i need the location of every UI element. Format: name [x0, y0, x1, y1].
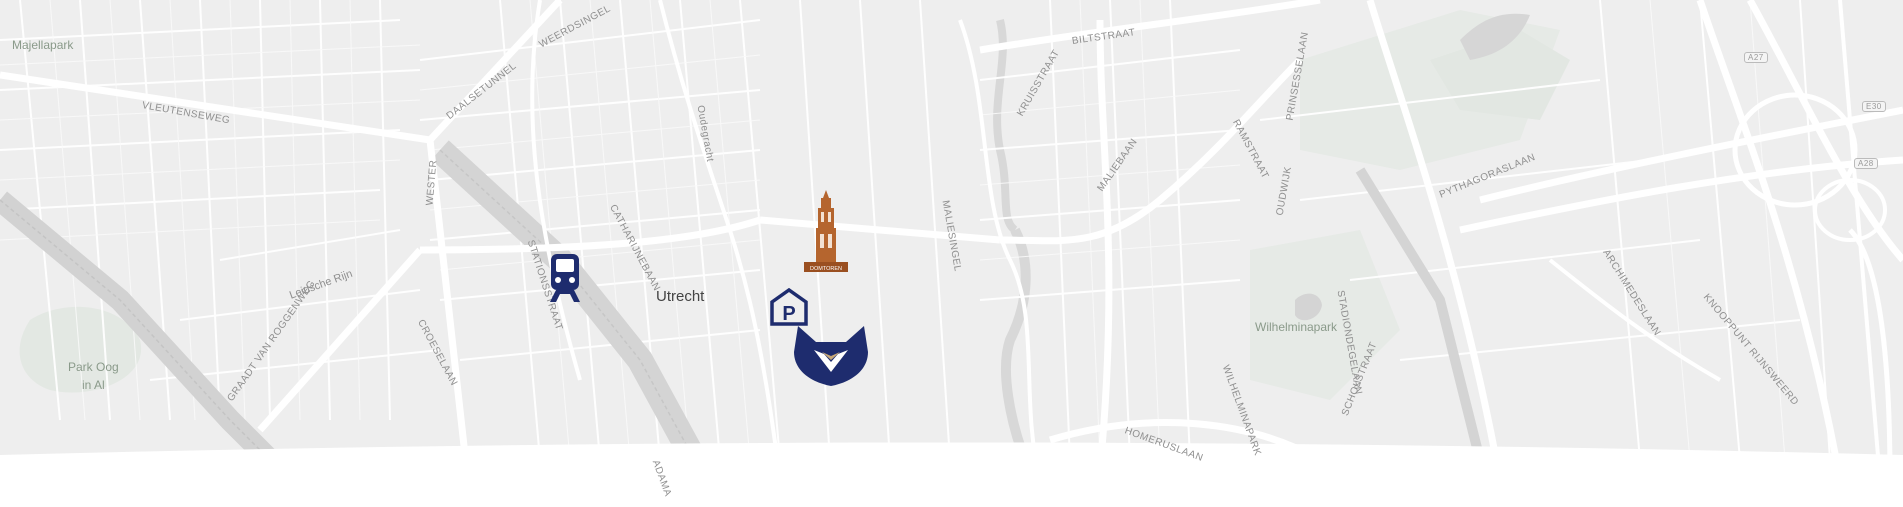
road-shield: A27: [1744, 52, 1768, 63]
road-shield: E30: [1862, 101, 1886, 112]
city-label: Utrecht: [656, 288, 705, 305]
road-shield: A28: [1854, 158, 1878, 169]
domtoren-icon[interactable]: DOMTOREN: [802, 188, 850, 274]
domtoren-caption: DOMTOREN: [810, 266, 842, 272]
park-label: Park Oog: [68, 360, 119, 374]
fox-logo-icon[interactable]: [792, 322, 870, 388]
train-station-icon[interactable]: [548, 252, 582, 304]
parking-icon[interactable]: P: [770, 287, 808, 326]
map-container[interactable]: Majellapark Park Oog in Al Wilhelminapar…: [0, 0, 1903, 507]
park-label: Wilhelminapark: [1255, 320, 1338, 334]
park-label: Majellapark: [12, 38, 74, 52]
park-label: in Al: [82, 378, 105, 392]
